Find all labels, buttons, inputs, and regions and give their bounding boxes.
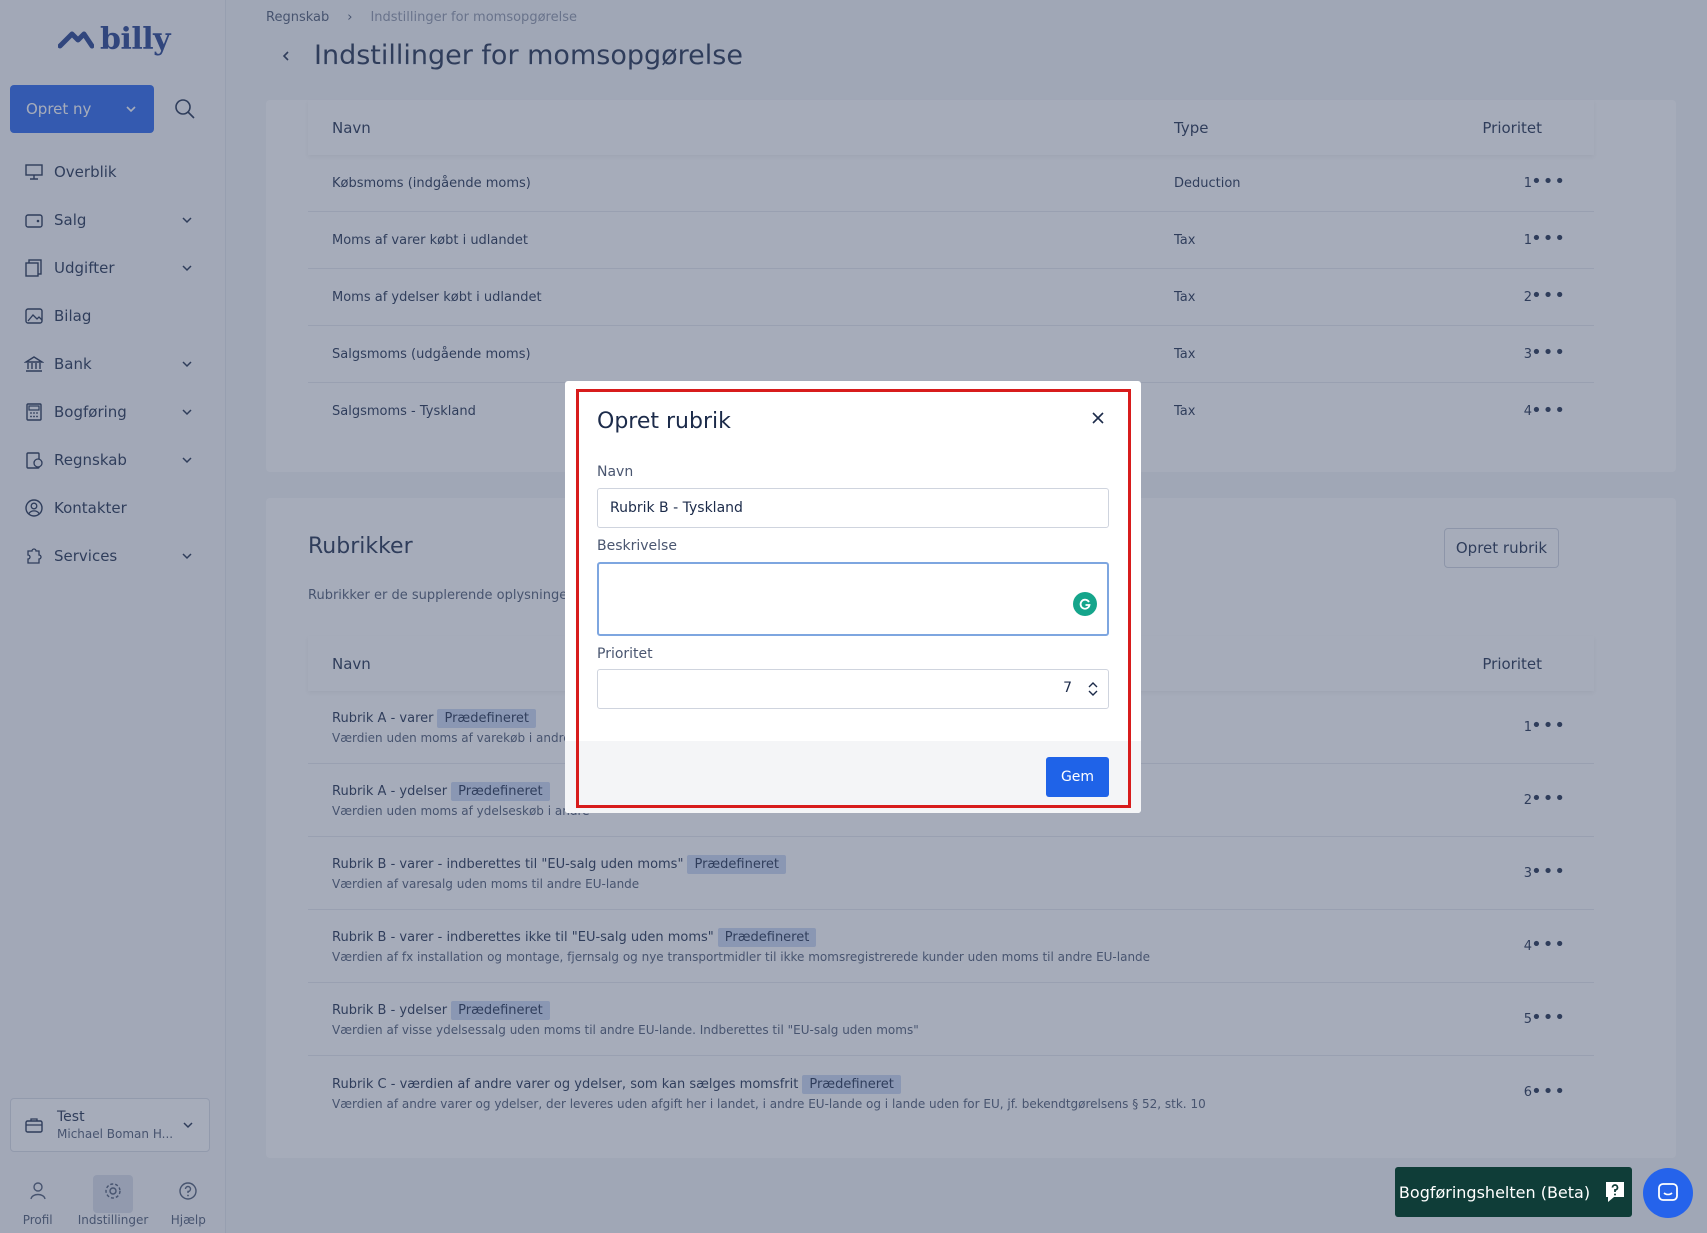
chat-launcher-button[interactable]: [1643, 1168, 1693, 1218]
help-chat-icon: [1606, 1182, 1625, 1202]
help-widget-label: Bogføringshelten (Beta): [1398, 1182, 1591, 1202]
highlight-box: [576, 389, 1131, 808]
chat-bubble-icon: [1658, 1183, 1678, 1201]
help-widget-button[interactable]: Bogføringshelten (Beta): [1395, 1167, 1632, 1217]
